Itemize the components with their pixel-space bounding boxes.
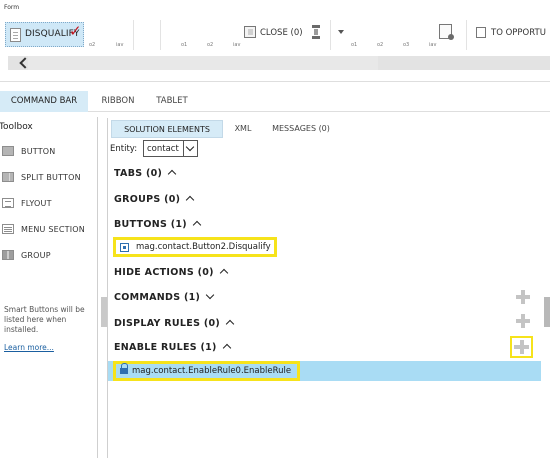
group-icon	[2, 250, 14, 260]
section-title: GROUPS (0)	[114, 194, 181, 205]
section-enable-rules[interactable]: ENABLE RULES (1)	[114, 342, 231, 353]
designer-tabs: COMMAND BAR RIBBON TABLET	[0, 91, 550, 112]
entity-value: contact	[147, 144, 179, 154]
section-tabs[interactable]: TABS (0)	[114, 168, 177, 179]
disqualify-button[interactable]: DISQUALIFY ✓	[5, 22, 84, 47]
toolbox-item-label: FLYOUT	[21, 199, 52, 208]
small-label: o3	[403, 42, 410, 48]
chevron-up-icon	[222, 343, 231, 353]
section-display-rules[interactable]: DISPLAY RULES (0)	[114, 318, 235, 329]
toolbox-title: Toolbox	[0, 122, 33, 132]
toolbox-item-label: MENU SECTION	[21, 225, 85, 234]
opportunity-icon[interactable]	[476, 27, 486, 38]
flyout-icon	[2, 198, 14, 208]
chevron-down-icon	[205, 290, 215, 300]
add-command-icon[interactable]	[516, 290, 530, 304]
close-icon[interactable]	[244, 26, 256, 38]
section-title: ENABLE RULES (1)	[114, 342, 217, 353]
solution-panel: SOLUTION ELEMENTS XML MESSAGES (0) Entit…	[107, 118, 544, 458]
button-item-label: mag.contact.Button2.Disqualify	[136, 242, 271, 252]
form-icon[interactable]	[439, 24, 454, 40]
enable-rule-item[interactable]: mag.contact.EnableRule0.EnableRule	[113, 361, 300, 381]
section-title: BUTTONS (1)	[114, 219, 187, 230]
chevron-up-icon	[225, 319, 235, 329]
toolbar-divider	[330, 20, 331, 50]
toolbox-item-split-button[interactable]: SPLIT BUTTON	[0, 168, 98, 188]
section-title: DISPLAY RULES (0)	[114, 318, 221, 329]
add-display-rule-icon[interactable]	[516, 314, 530, 328]
scrollbar-thumb[interactable]	[28, 56, 378, 70]
scroll-left-icon[interactable]	[18, 57, 30, 69]
tab-messages[interactable]: MESSAGES (0)	[264, 120, 338, 138]
chevron-up-icon	[167, 169, 177, 179]
toolbox-item-button[interactable]: BUTTON	[0, 142, 98, 162]
checkmark-icon: ✓	[69, 22, 82, 40]
small-label: o2	[207, 42, 214, 48]
small-label: iav	[429, 42, 437, 48]
section-title: COMMANDS (1)	[114, 292, 201, 303]
toolbar-divider	[160, 20, 161, 50]
add-enable-rule-icon[interactable]	[510, 336, 533, 358]
chevron-up-icon	[219, 268, 229, 278]
toolbox-panel: Toolbox BUTTON SPLIT BUTTON FLYOUT MENU …	[0, 117, 98, 458]
smart-buttons-note: Smart Buttons will be listed here when i…	[4, 305, 85, 334]
small-label: o2	[377, 42, 384, 48]
small-label: o1	[351, 42, 358, 48]
button-item[interactable]: mag.contact.Button2.Disqualify	[113, 237, 277, 257]
document-icon	[10, 28, 21, 42]
split-button-icon	[2, 172, 14, 182]
toolbox-item-label: SPLIT BUTTON	[21, 173, 81, 182]
learn-more-link[interactable]: Learn more...	[4, 343, 54, 352]
enable-rule-label: mag.contact.EnableRule0.EnableRule	[132, 366, 292, 376]
chevron-down-icon[interactable]	[338, 30, 344, 34]
vertical-scrollbar[interactable]	[544, 297, 550, 327]
small-label: iav	[233, 42, 241, 48]
section-title: HIDE ACTIONS (0)	[114, 267, 214, 278]
button-icon	[2, 146, 14, 156]
chevron-up-icon	[186, 195, 195, 205]
section-commands[interactable]: COMMANDS (1)	[114, 290, 215, 303]
panel-tabs: SOLUTION ELEMENTS XML MESSAGES (0)	[108, 120, 545, 138]
close-button[interactable]: CLOSE (0)	[260, 28, 303, 38]
form-label: Form	[4, 4, 20, 11]
small-label: o2	[89, 42, 96, 48]
small-label: o1	[181, 42, 188, 48]
toolbar-divider	[133, 20, 134, 50]
button-item-icon	[120, 243, 129, 252]
entity-label: Entity:	[110, 144, 138, 154]
horizontal-scrollbar[interactable]	[8, 56, 550, 70]
toolbox-item-menu-section[interactable]: MENU SECTION	[0, 220, 98, 240]
entity-select[interactable]: contact	[143, 140, 198, 157]
toolbox-item-flyout[interactable]: FLYOUT	[0, 194, 98, 214]
tab-tablet[interactable]: TABLET	[148, 91, 196, 112]
chevron-down-icon[interactable]	[183, 141, 197, 156]
toolbox-item-label: GROUP	[21, 251, 51, 260]
tab-ribbon[interactable]: RIBBON	[88, 91, 148, 112]
toolbar-divider	[466, 20, 467, 50]
tab-solution-elements[interactable]: SOLUTION ELEMENTS	[111, 120, 223, 138]
section-hide-actions[interactable]: HIDE ACTIONS (0)	[114, 267, 229, 278]
section-buttons[interactable]: BUTTONS (1)	[114, 219, 202, 230]
menu-section-icon	[2, 224, 14, 234]
small-label: iav	[116, 42, 124, 48]
section-groups[interactable]: GROUPS (0)	[114, 194, 195, 205]
tab-command-bar[interactable]: COMMAND BAR	[0, 91, 88, 112]
lock-icon	[120, 363, 128, 375]
hourglass-icon[interactable]	[312, 25, 320, 39]
section-title: TABS (0)	[114, 168, 163, 179]
chevron-up-icon	[192, 220, 202, 230]
toolbox-item-group[interactable]: GROUP	[0, 246, 98, 266]
to-opportunity-button[interactable]: TO OPPORTU	[491, 28, 546, 38]
form-ribbon: Form DISQUALIFY ✓ o2 iav o1 o2 iav CLOSE…	[0, 0, 550, 82]
toolbox-item-label: BUTTON	[21, 147, 56, 156]
tab-xml[interactable]: XML	[226, 120, 260, 138]
